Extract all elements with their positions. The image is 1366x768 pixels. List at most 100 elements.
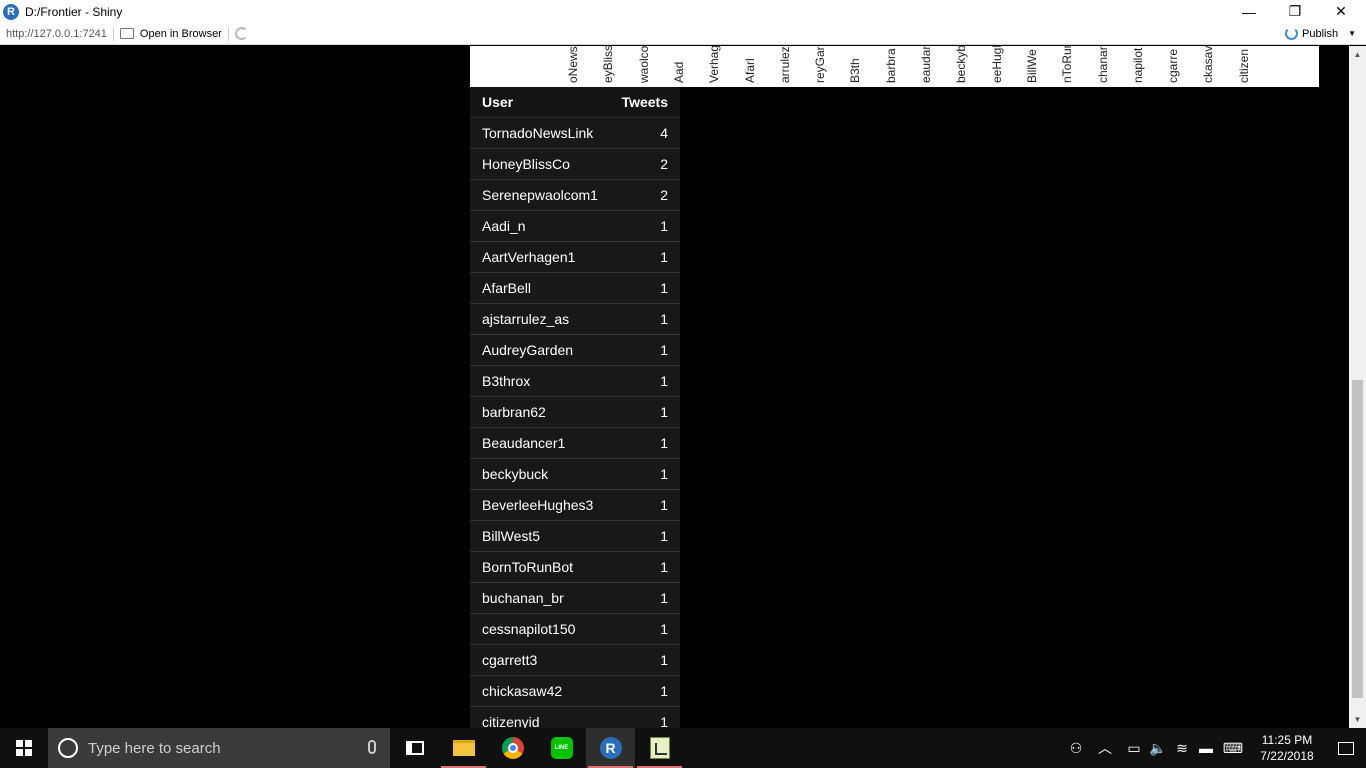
tweets-cell: 1 [660, 714, 668, 728]
windows-taskbar: Type here to search LINE R ⚇ ︿ ▭ 🔈 ≋ ▬ ⌨… [0, 728, 1366, 768]
tweets-cell: 1 [660, 497, 668, 513]
vertical-scrollbar[interactable]: ▲ ▼ [1349, 46, 1366, 728]
user-cell: BillWest5 [482, 528, 541, 544]
chrome-button[interactable] [488, 728, 537, 768]
table-row: beckybuck 1 [470, 459, 680, 490]
minimize-button[interactable]: — [1226, 0, 1272, 23]
user-cell: barbran62 [482, 404, 546, 420]
rstudio-icon: R [599, 737, 622, 759]
table-row: ajstarrulez_as 1 [470, 304, 680, 335]
table-header: User Tweets [470, 87, 680, 118]
tweets-cell: 2 [660, 187, 668, 203]
tweets-cell: 1 [660, 404, 668, 420]
scroll-down-arrow-icon[interactable]: ▼ [1349, 711, 1366, 728]
table-row: TornadoNewsLink 4 [470, 118, 680, 149]
open-in-browser-button[interactable]: Open in Browser [140, 28, 222, 40]
user-tweets-table: User Tweets TornadoNewsLink 4 HoneyBlissCo… [470, 87, 680, 728]
start-button[interactable] [0, 728, 48, 768]
scrollbar-thumb[interactable] [1352, 380, 1363, 698]
chrome-icon [501, 737, 524, 759]
spreadsheet-app-button[interactable] [635, 728, 684, 768]
tweets-cell: 1 [660, 249, 668, 265]
table-row: cgarrett3 1 [470, 645, 680, 676]
x-axis-tick-label: eyBliss [601, 46, 616, 83]
tweets-cell: 1 [660, 466, 668, 482]
table-row: chickasaw42 1 [470, 676, 680, 707]
power-plug-icon[interactable]: ▬ [1194, 728, 1218, 768]
x-axis-tick-label: cgarre [1166, 48, 1181, 83]
publish-label: Publish [1302, 27, 1339, 40]
x-axis-tick-label: oNewsL [566, 46, 580, 83]
line-app-button[interactable]: LINE [537, 728, 586, 768]
volume-icon[interactable]: 🔈 [1146, 728, 1170, 768]
x-axis-tick-label: B3th [848, 58, 863, 83]
user-cell: beckybuck [482, 466, 549, 482]
open-in-browser-icon[interactable] [119, 28, 134, 39]
task-view-button[interactable] [390, 728, 439, 768]
table-row: AfarBell 1 [470, 273, 680, 304]
table-row: buchanan_br 1 [470, 583, 680, 614]
table-row: citizenyid 1 [470, 707, 680, 728]
refresh-icon[interactable] [234, 27, 248, 40]
action-center-button[interactable] [1326, 728, 1366, 768]
x-axis-tick-label: nToRun [1060, 46, 1075, 83]
rstudio-button[interactable]: R [586, 728, 635, 768]
column-header-tweets[interactable]: Tweets [600, 94, 680, 110]
user-cell: AudreyGarden [482, 342, 574, 358]
tweets-cell: 1 [660, 280, 668, 296]
x-axis-tick-label: chanan [1095, 46, 1110, 83]
bar-chart-x-axis: oNewsL eyBliss waolco Aad Verhag Afarl arrulez… [470, 46, 1319, 87]
x-axis-tick-label: napilot [1130, 47, 1145, 83]
clock-time: 11:25 PM [1261, 733, 1313, 747]
x-axis-tick-label: ckasav [1201, 46, 1216, 83]
tweets-cell: 1 [660, 683, 668, 699]
file-explorer-button[interactable] [439, 728, 488, 768]
user-cell: AartVerhagen1 [482, 249, 576, 265]
scroll-up-arrow-icon[interactable]: ▲ [1349, 46, 1366, 63]
chevron-down-icon[interactable]: ▼ [1348, 29, 1356, 38]
task-view-icon [405, 741, 424, 755]
x-axis-tick-label: Afarl [742, 58, 757, 83]
user-cell: Beaudancer1 [482, 435, 566, 451]
toolbar-divider [227, 26, 229, 41]
x-axis-tick-label: reyGarc [813, 46, 828, 83]
tweets-cell: 1 [660, 590, 668, 606]
publish-icon [1285, 27, 1298, 40]
table-row: Serenepwaolcom1 2 [470, 180, 680, 211]
user-cell: citizenyid [482, 714, 540, 728]
user-cell: cessnapilot150 [482, 621, 576, 637]
user-cell: ajstarrulez_as [482, 311, 570, 327]
cortana-icon [58, 738, 78, 758]
close-button[interactable]: ✕ [1318, 0, 1364, 23]
window-title: D:/Frontier - Shiny [25, 4, 123, 19]
taskbar-search-box[interactable]: Type here to search [48, 728, 390, 768]
keyboard-icon[interactable]: ⌨ [1218, 728, 1248, 768]
user-cell: Aadi_n [482, 218, 526, 234]
x-axis-tick-label: arrulez_ [777, 46, 792, 83]
restore-button[interactable]: ❐ [1272, 0, 1318, 23]
table-row: Beaudancer1 1 [470, 428, 680, 459]
user-cell: HoneyBlissCo [482, 156, 570, 172]
tweets-cell: 1 [660, 435, 668, 451]
battery-icon[interactable]: ▭ [1122, 728, 1146, 768]
notification-icon [1338, 741, 1354, 755]
table-row: BeverleeHughes3 1 [470, 490, 680, 521]
search-placeholder: Type here to search [88, 739, 221, 757]
publish-button[interactable]: Publish ▼ [1285, 27, 1356, 40]
table-row: cessnapilot150 1 [470, 614, 680, 645]
tweets-cell: 1 [660, 373, 668, 389]
x-axis-tick-label: BillWe [1024, 49, 1039, 83]
shiny-app-area: oNewsL eyBliss waolco Aad Verhag Afarl arrulez… [0, 46, 1349, 728]
toolbar-divider [112, 26, 114, 41]
column-header-user[interactable]: User [470, 94, 600, 110]
table-row: Aadi_n 1 [470, 211, 680, 242]
tweets-cell: 1 [660, 528, 668, 544]
table-row: AudreyGarden 1 [470, 335, 680, 366]
tweets-cell: 1 [660, 311, 668, 327]
system-clock[interactable]: 11:25 PM 7/22/2018 [1248, 732, 1326, 764]
microphone-icon[interactable] [368, 740, 376, 754]
people-icon[interactable]: ⚇ [1064, 728, 1088, 768]
show-hidden-icons-chevron-up-icon[interactable]: ︿ [1088, 728, 1122, 768]
wifi-icon[interactable]: ≋ [1170, 728, 1194, 768]
user-cell: Serenepwaolcom1 [482, 187, 598, 203]
